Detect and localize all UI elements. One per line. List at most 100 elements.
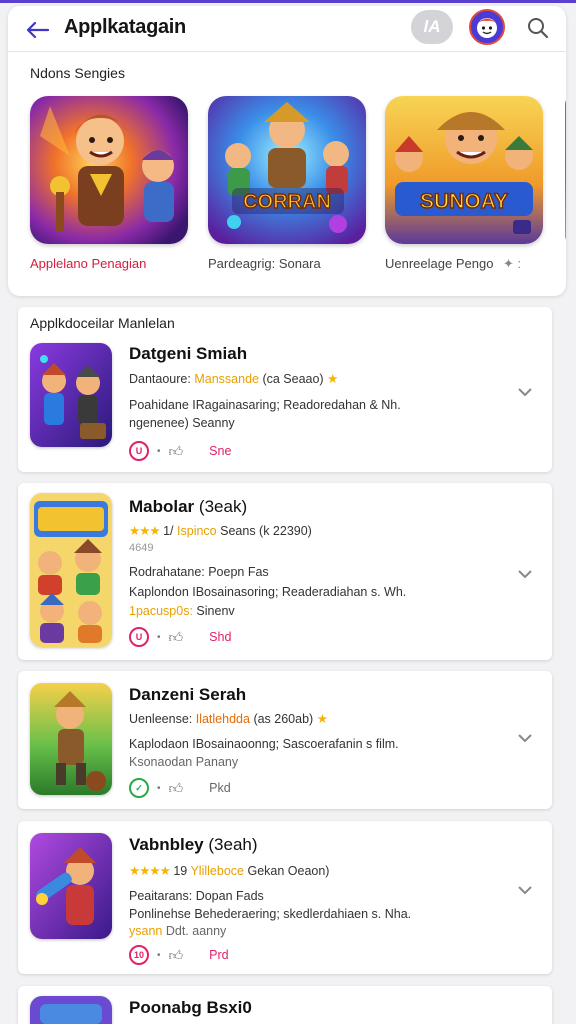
app-name: Mabolar (3eak) [129,497,247,517]
featured-caption: Applelano Penagian [30,256,147,271]
app-name-suffix: (3eah) [208,835,258,854]
rating-count: 19 [173,864,188,878]
app-name-text: Mabolar [129,497,195,516]
app-badge: ✓ [129,778,149,798]
app-name: Vabnbley (3eah) [129,835,258,855]
chevron-down-icon[interactable] [516,565,534,583]
app-badge: 10 [129,945,149,965]
meta-highlight: Manssande [194,372,259,386]
avatar[interactable] [469,9,505,45]
featured-peek-item[interactable] [565,96,566,244]
separator-dot: • [157,782,161,794]
app-sub-line: ngenenee) Seanny [129,416,235,430]
share-action[interactable]: Pkd [209,781,231,795]
app-rating-line: ★★★ 1/ Ispinco Seans (k 22390) [129,523,312,538]
app-name: Poonabg Bsxi0 [129,998,252,1017]
separator-dot: • [157,949,161,961]
header-card: Applkatagain lA Ndons Sengies Applelano … [8,6,566,296]
app-name-suffix: (3eak) [198,497,248,516]
app-card[interactable]: Applkdoceilar Manlelan Datgeni Smiah Dan… [18,307,552,472]
app-badge: U [129,627,149,647]
featured-art-title: CORRAN [243,191,331,213]
app-description: Ponlinehse Behederaering; skedlerdahiaen… [129,907,412,921]
chevron-down-icon[interactable] [516,383,534,401]
rating-highlight: Ylilleboce [190,864,244,878]
rating-suffix: Seans (k 22390) [220,524,312,538]
chevron-down-icon[interactable] [516,881,534,899]
share-action[interactable]: Sne [209,444,231,458]
app-sub-line: ysann Ddt. aanny [129,924,226,938]
featured-item[interactable]: Applelano Penagian [30,96,190,276]
featured-caption-text: Uenreelage Pengo [385,256,494,271]
meta-suffix: (as 260ab) [253,712,314,726]
featured-game-art [30,96,188,244]
app-icon [30,343,112,447]
app-description: Poahidane IRagainasaring; Readoredahan &… [129,398,401,412]
sub-line-highlight: 1pacusp0s: [129,604,193,618]
app-card[interactable]: Mabolar (3eak) ★★★ 1/ Ispinco Seans (k 2… [18,483,552,660]
sub-line-text: Ddt. aanny [165,924,227,938]
mode-chip-button[interactable]: lA [411,10,453,44]
top-accent-line [0,0,576,3]
thumbs-up-icon[interactable]: 👍︎ [169,629,184,646]
app-meta-line: Uenleense: Ilatlehdda (as 260ab) ★ [129,711,328,726]
search-icon[interactable] [524,14,552,42]
featured-caption: Uenreelage Pengo ✦ : [385,256,521,272]
app-meta-line: Rodrahatane: Poepn Fas [129,565,269,579]
app-name: Danzeni Serah [129,685,247,704]
featured-carousel[interactable]: Applelano Penagian CORRAN Pardeagrig: So… [8,96,566,286]
rating-highlight: Ispinco [177,524,217,538]
app-description: Kaplondon IBosainasoring; Readeradiahan … [129,585,407,599]
user-face-icon [477,18,497,38]
featured-caption: Pardeagrig: Sonara [208,256,321,271]
app-card[interactable]: Vabnbley (3eah) ★★★★ 19 Ylilleboce Gekan… [18,821,552,974]
rating-count: 1/ [163,524,174,538]
app-sub-meta: 4649 [129,542,154,554]
sub-line-highlight: ysann [129,924,163,938]
meta-highlight: Ilatlehdda [195,712,250,726]
app-sub-line: Ksonaodan Panany [129,755,239,769]
app-rating-line: ★★★★ 19 Ylilleboce Gekan Oeaon) [129,863,329,878]
separator-dot: • [157,631,161,643]
app-icon [30,833,112,939]
app-meta-line: Peaitarans: Dopan Fads [129,889,264,903]
share-action[interactable]: Prd [209,948,228,962]
list-heading: Applkdoceilar Manlelan [30,315,175,331]
featured-item[interactable]: CORRAN Pardeagrig: Sonara [208,96,368,276]
app-card[interactable]: Poonabg Bsxi0 [18,986,552,1024]
featured-heading: Ndons Sengies [30,65,125,81]
featured-item[interactable]: SUNOAY Uenreelage Pengo ✦ : [385,96,545,276]
chevron-down-icon[interactable] [516,729,534,747]
app-action-row: ✓ • 👍︎ Pkd [129,778,231,798]
app-icon [30,493,112,647]
sub-line-text: Sinenv [196,604,235,618]
meta-prefix: Uenleense: [129,712,193,726]
app-action-row: 10 • 👍︎ Prd [129,945,229,965]
rating-stars: ★★★★ [129,864,171,878]
meta-suffix: (ca Seaao) [262,372,324,386]
award-icon: ★ [316,712,328,726]
app-card[interactable]: Danzeni Serah Uenleense: Ilatlehdda (as … [18,671,552,809]
app-description: Kaplodaon IBosainaoonng; Sascoerafanin s… [129,737,399,751]
app-sub-line: 1pacusp0s: Sinenv [129,604,235,618]
share-action[interactable]: Shd [209,630,231,644]
app-badge: U [129,441,149,461]
featured-art-title: SUNOAY [420,190,508,213]
rating-stars: ★★★ [129,524,161,538]
featured-game-art: CORRAN [208,96,366,244]
separator-dot: • [157,445,161,457]
app-icon [30,683,112,795]
back-arrow-icon[interactable] [22,14,54,46]
app-icon [30,996,112,1024]
thumbs-up-icon[interactable]: 👍︎ [169,947,184,964]
thumbs-up-icon[interactable]: 👍︎ [169,780,184,797]
app-title: Applkatagain [64,16,186,38]
app-action-row: U • 👍︎ Sne [129,441,231,461]
app-bar: Applkatagain lA [8,6,566,52]
app-meta-line: Dantaoure: Manssande (ca Seaao) ★ [129,371,338,386]
app-name: Datgeni Smiah [129,344,248,363]
app-name-text: Vabnbley [129,835,204,854]
featured-game-art: SUNOAY [385,96,543,244]
thumbs-up-icon[interactable]: 👍︎ [169,443,184,460]
featured-caption-extra: ✦ : [503,256,522,271]
